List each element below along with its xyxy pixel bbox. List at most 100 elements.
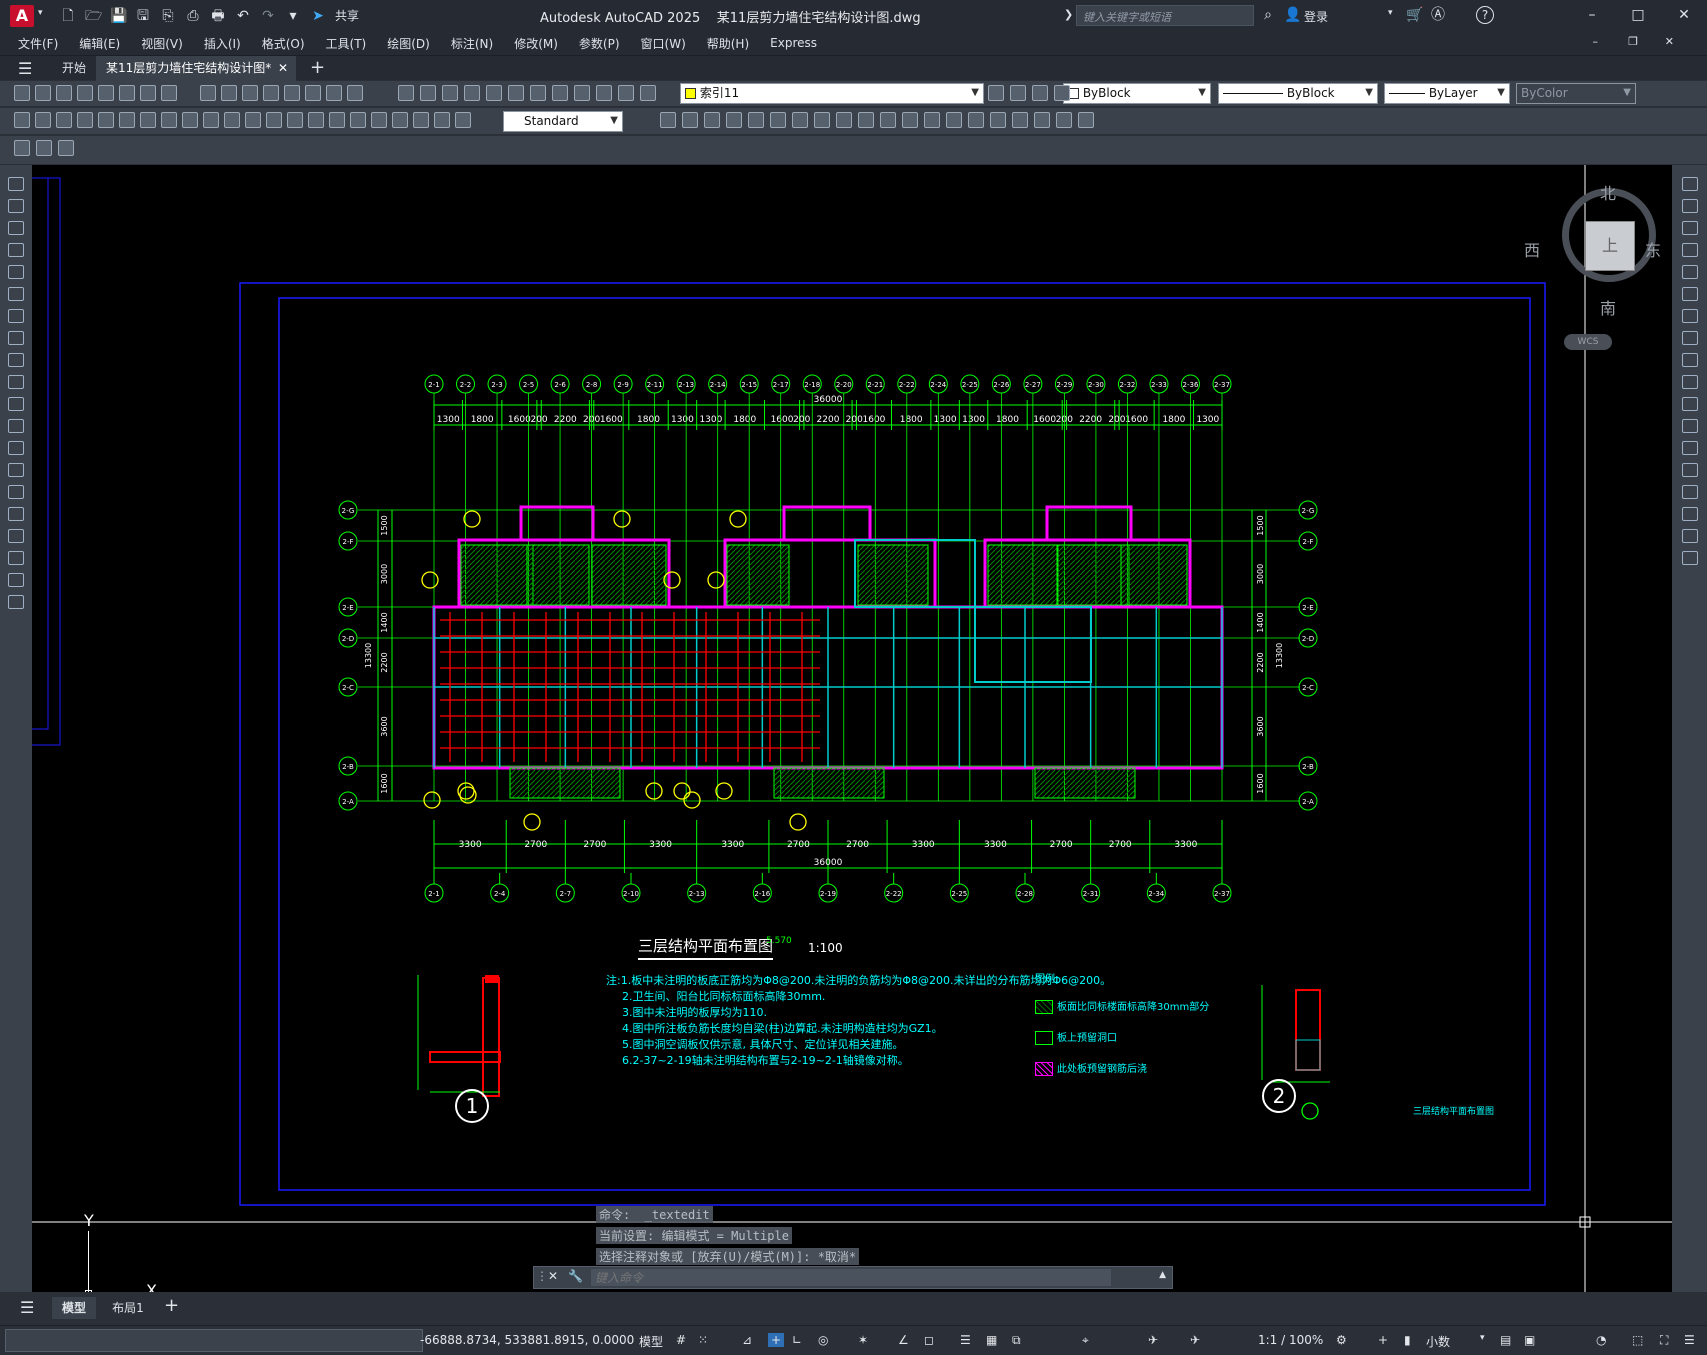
std-toolbar-button[interactable] bbox=[574, 85, 590, 101]
modify-toolbar-button[interactable] bbox=[946, 112, 962, 128]
plot-icon[interactable]: 🖶 bbox=[210, 8, 226, 24]
transparency-icon[interactable]: ▦ bbox=[986, 1333, 997, 1347]
viewcube-top-face[interactable]: 上 bbox=[1585, 221, 1635, 271]
modify-toolbar-button[interactable] bbox=[924, 112, 940, 128]
annotation-monitor-icon[interactable]: + bbox=[1378, 1333, 1388, 1347]
std-toolbar-button[interactable] bbox=[640, 85, 656, 101]
command-close-icon[interactable]: ✕ bbox=[548, 1269, 558, 1283]
std-toolbar-button[interactable] bbox=[305, 85, 321, 101]
extra-toolbar-button[interactable] bbox=[14, 140, 30, 156]
std-toolbar-button[interactable] bbox=[161, 85, 177, 101]
isolate-objects-icon[interactable]: ⬚ bbox=[1632, 1333, 1643, 1347]
std-toolbar-button[interactable] bbox=[486, 85, 502, 101]
add-layout-icon[interactable]: + bbox=[164, 1295, 179, 1316]
draw-tool-button[interactable] bbox=[8, 375, 24, 389]
maximize-button[interactable]: □ bbox=[1615, 0, 1661, 31]
draw-toolbar-button[interactable] bbox=[413, 112, 429, 128]
modify-toolbar-button[interactable] bbox=[792, 112, 808, 128]
modify-tool-button[interactable] bbox=[1682, 353, 1698, 367]
redo-icon[interactable]: ↷ bbox=[260, 8, 276, 24]
modify-toolbar-button[interactable] bbox=[1034, 112, 1050, 128]
dimstyle-dropdown[interactable]: Standard ▼ bbox=[503, 111, 623, 132]
menu-express[interactable]: Express bbox=[770, 36, 817, 50]
command-grip-icon[interactable]: ⋮ bbox=[536, 1269, 548, 1283]
std-toolbar-button[interactable] bbox=[596, 85, 612, 101]
model-space-toggle[interactable]: 模型 bbox=[639, 1333, 663, 1350]
std-toolbar-button[interactable] bbox=[530, 85, 546, 101]
draw-toolbar-button[interactable] bbox=[392, 112, 408, 128]
color-dropdown[interactable]: ByBlock ▼ bbox=[1063, 83, 1211, 104]
selection-cycling-icon[interactable]: ⧉ bbox=[1012, 1333, 1021, 1348]
lock-ui-icon[interactable]: ▣ bbox=[1524, 1333, 1535, 1347]
draw-tool-button[interactable] bbox=[8, 199, 24, 213]
modify-toolbar-button[interactable] bbox=[770, 112, 786, 128]
tab-close-icon[interactable]: ✕ bbox=[278, 56, 288, 81]
draw-tool-button[interactable] bbox=[8, 177, 24, 191]
share-label[interactable]: 共享 bbox=[335, 7, 359, 24]
help-icon[interactable]: ? bbox=[1476, 6, 1494, 24]
std-toolbar-button[interactable] bbox=[347, 85, 363, 101]
cursor-coordinates[interactable]: -66888.8734, 533881.8915, 0.0000 bbox=[420, 1333, 634, 1347]
modify-tool-button[interactable] bbox=[1682, 397, 1698, 411]
draw-toolbar-button[interactable] bbox=[434, 112, 450, 128]
compass-north[interactable]: 北 bbox=[1600, 180, 1616, 204]
layer-toolbar-button[interactable] bbox=[1032, 85, 1048, 101]
modify-tool-button[interactable] bbox=[1682, 463, 1698, 477]
modify-toolbar-button[interactable] bbox=[836, 112, 852, 128]
layer-toolbar-button[interactable] bbox=[1010, 85, 1026, 101]
menu-modify[interactable]: 修改(M) bbox=[514, 35, 558, 52]
draw-tool-button[interactable] bbox=[8, 419, 24, 433]
new-tab-plus-icon[interactable]: + bbox=[310, 57, 325, 78]
gizmo-icon[interactable]: ⌖ bbox=[1082, 1333, 1089, 1348]
draw-tool-button[interactable] bbox=[8, 551, 24, 565]
annotation-scale[interactable]: 1:1 / 100% bbox=[1258, 1333, 1323, 1347]
draw-toolbar-button[interactable] bbox=[224, 112, 240, 128]
compass-south[interactable]: 南 bbox=[1600, 295, 1616, 319]
search-input[interactable]: 键入关键字或短语 bbox=[1076, 5, 1254, 26]
std-toolbar-button[interactable] bbox=[98, 85, 114, 101]
modify-toolbar-button[interactable] bbox=[990, 112, 1006, 128]
workspace-gear-icon[interactable]: ⚙ bbox=[1336, 1333, 1347, 1347]
menu-tools[interactable]: 工具(T) bbox=[326, 35, 367, 52]
units-chevron-icon[interactable]: ▾ bbox=[1480, 1333, 1485, 1343]
autodesk-app-icon[interactable]: Ⓐ bbox=[1430, 7, 1446, 23]
std-toolbar-button[interactable] bbox=[508, 85, 524, 101]
std-toolbar-button[interactable] bbox=[119, 85, 135, 101]
new-file-icon[interactable]: 🗋 bbox=[60, 8, 76, 24]
modify-tool-button[interactable] bbox=[1682, 287, 1698, 301]
modify-toolbar-button[interactable] bbox=[1056, 112, 1072, 128]
wcs-menu[interactable]: WCS bbox=[1564, 334, 1612, 350]
std-toolbar-button[interactable] bbox=[326, 85, 342, 101]
modify-tool-button[interactable] bbox=[1682, 309, 1698, 323]
modify-tool-button[interactable] bbox=[1682, 507, 1698, 521]
draw-toolbar-button[interactable] bbox=[119, 112, 135, 128]
share-icon[interactable]: ➤ bbox=[310, 8, 326, 24]
doc-close-button[interactable]: ✕ bbox=[1665, 35, 1674, 48]
menu-draw[interactable]: 绘图(D) bbox=[387, 35, 430, 52]
modify-tool-button[interactable] bbox=[1682, 199, 1698, 213]
status-customize-icon[interactable]: ☰ bbox=[1684, 1333, 1695, 1347]
std-toolbar-button[interactable] bbox=[200, 85, 216, 101]
linetype-dropdown[interactable]: ByBlock ▼ bbox=[1218, 83, 1378, 104]
close-button[interactable]: ✕ bbox=[1661, 0, 1707, 31]
search-expand-chevron-icon[interactable]: ❯ bbox=[1064, 8, 1073, 21]
customize-qat-icon[interactable]: ▾ bbox=[285, 8, 301, 24]
std-toolbar-button[interactable] bbox=[464, 85, 480, 101]
command-input[interactable] bbox=[591, 1269, 1111, 1286]
std-toolbar-button[interactable] bbox=[221, 85, 237, 101]
std-toolbar-button[interactable] bbox=[242, 85, 258, 101]
menu-window[interactable]: 窗口(W) bbox=[641, 35, 686, 52]
draw-tool-button[interactable] bbox=[8, 507, 24, 521]
units-icon[interactable]: ▮ bbox=[1404, 1333, 1411, 1347]
draw-tool-button[interactable] bbox=[8, 265, 24, 279]
annotation-visibility-icon[interactable]: ✈ bbox=[1148, 1333, 1158, 1347]
draw-toolbar-button[interactable] bbox=[371, 112, 387, 128]
modify-toolbar-button[interactable] bbox=[1012, 112, 1028, 128]
command-customize-icon[interactable]: 🔧 bbox=[568, 1269, 583, 1283]
draw-toolbar-button[interactable] bbox=[161, 112, 177, 128]
doc-minimize-button[interactable]: – bbox=[1593, 35, 1599, 48]
open-file-icon[interactable]: 🗁 bbox=[85, 8, 102, 24]
draw-toolbar-button[interactable] bbox=[98, 112, 114, 128]
draw-tool-button[interactable] bbox=[8, 397, 24, 411]
compass-east[interactable]: 东 bbox=[1645, 237, 1661, 261]
